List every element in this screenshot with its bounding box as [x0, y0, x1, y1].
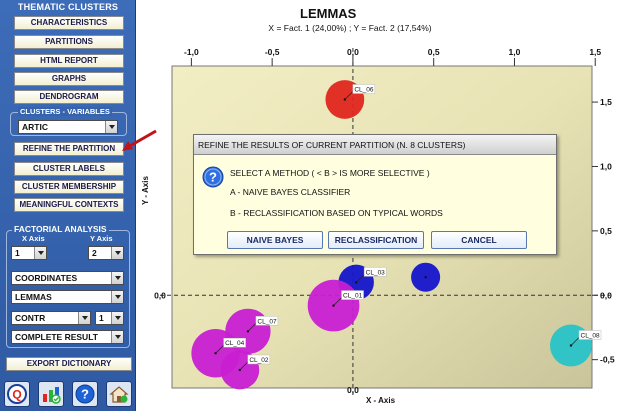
cluster-label: CL_08	[581, 332, 601, 339]
cluster-center-dot	[424, 276, 427, 279]
x-axis-title: X - Axis	[366, 396, 396, 405]
dialog-option-b: B - RECLASSIFICATION BASED ON TYPICAL WO…	[230, 208, 443, 218]
y-tick-label: 1,0	[600, 161, 612, 171]
y-axis-title: Y - Axis	[141, 176, 150, 205]
x-tick-label: 1,5	[589, 47, 601, 57]
x-tick-label: -1,0	[184, 47, 199, 57]
cluster-label: CL_06	[354, 86, 374, 93]
dialog-title: REFINE THE RESULTS OF CURRENT PARTITION …	[194, 135, 556, 155]
x-tick-label: 0,5	[428, 47, 440, 57]
x-tick-label: 0,0	[347, 385, 359, 395]
y-tick-label: 0,0	[600, 290, 612, 300]
cluster-label: CL_01	[343, 293, 363, 300]
x-tick-label: -0,5	[265, 47, 280, 57]
cluster-label: CL_07	[257, 318, 277, 325]
reclassification-button[interactable]: RECLASSIFICATION	[328, 231, 424, 249]
y-tick-label: 0,5	[600, 226, 612, 236]
dialog-instruction: SELECT A METHOD ( < B > IS MORE SELECTIV…	[230, 168, 430, 178]
cluster-label: CL_03	[366, 269, 386, 276]
x-tick-label: 0,0	[347, 47, 359, 57]
x-tick-label: 1,0	[509, 47, 521, 57]
cluster-label: CL_02	[249, 357, 269, 364]
cancel-button[interactable]: CANCEL	[431, 231, 527, 249]
question-icon: ?	[202, 166, 224, 188]
y-tick-label: 1,5	[600, 97, 612, 107]
svg-text:?: ?	[209, 170, 217, 185]
y-tick-label: 0,0	[154, 290, 166, 300]
y-tick-label: -0,5	[600, 355, 615, 365]
dialog-option-a: A - NAIVE BAYES CLASSIFIER	[230, 187, 351, 197]
refine-partition-dialog: REFINE THE RESULTS OF CURRENT PARTITION …	[193, 134, 557, 255]
cluster-label: CL_04	[225, 340, 245, 347]
naive-bayes-button[interactable]: NAIVE BAYES	[227, 231, 323, 249]
